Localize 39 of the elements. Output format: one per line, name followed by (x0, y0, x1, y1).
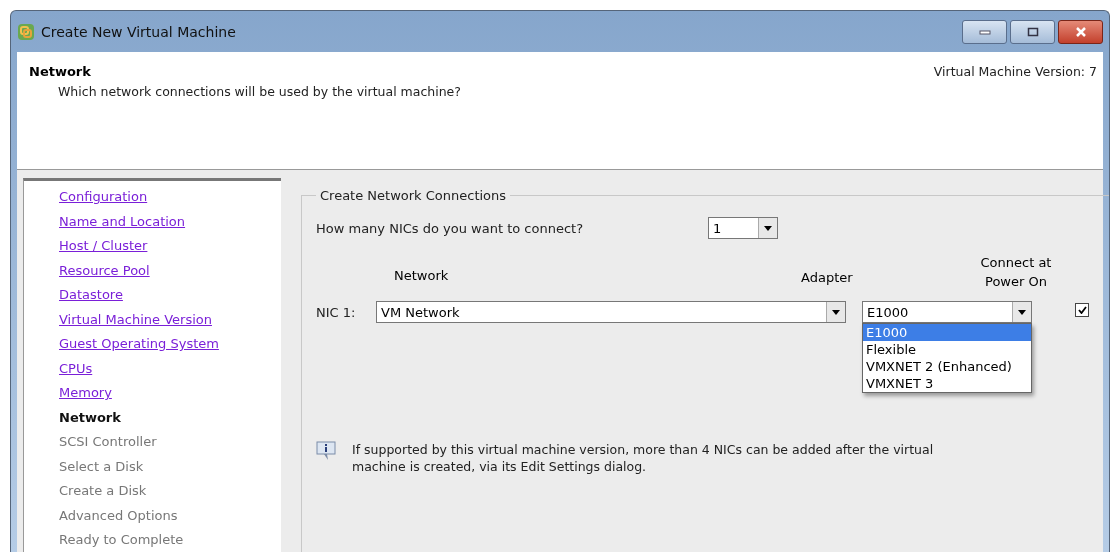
dropdown-option[interactable]: Flexible (863, 341, 1031, 358)
step-link[interactable]: CPUs (59, 358, 281, 378)
caret-icon (832, 309, 840, 315)
maximize-icon (1026, 26, 1039, 37)
minimize-icon (978, 28, 991, 35)
adapter-dropdown[interactable]: E1000 (862, 301, 1032, 323)
close-icon (1074, 26, 1087, 37)
dropdown-option[interactable]: VMXNET 2 (Enhanced) (863, 358, 1031, 375)
step-link[interactable]: Datastore (59, 285, 281, 304)
page-subtitle: Which network connections will be used by the virtual machine? (57, 84, 461, 99)
nic-count-label: How many NICs do you want to connect? (316, 220, 585, 236)
nic-label: NIC 1: (316, 304, 357, 320)
step-link[interactable]: Resource Pool (59, 260, 281, 280)
column-header: Connect at Power On (979, 254, 1053, 291)
step-link[interactable]: Virtual Machine Version (59, 309, 281, 329)
network-dropdown[interactable]: VM Network (376, 301, 846, 323)
group-title: Create Network Connections (319, 188, 508, 203)
info-note: If supported by this virtual machine version, more than 4 NICs can be added after the virtual machine is created, via its Edit Settings dialog. (352, 441, 935, 475)
minimize-button[interactable] (962, 19, 1007, 44)
caret-icon (764, 225, 772, 231)
page-title: Network (29, 64, 92, 79)
close-button[interactable] (1058, 19, 1103, 44)
dropdown-option[interactable]: E1000 (863, 324, 1031, 341)
dropdown-option[interactable]: VMXNET 3 (863, 375, 1031, 392)
column-header: Network (393, 268, 450, 285)
step-link[interactable]: Name and Location (59, 211, 281, 231)
connect-checkbox[interactable] (1075, 303, 1089, 317)
column-header: Adapter (800, 270, 854, 287)
caret-icon (1018, 309, 1026, 315)
app-logo-icon (17, 22, 35, 41)
window-title: Create New Virtual Machine (41, 23, 236, 40)
nic-count-dropdown[interactable]: 1 (708, 217, 778, 239)
info-icon (316, 441, 338, 461)
step-link[interactable]: Guest Operating System (59, 334, 281, 353)
version-label: Virtual Machine Version: 7 (933, 64, 1097, 81)
step-link[interactable]: Memory (59, 383, 281, 402)
maximize-button[interactable] (1010, 19, 1055, 44)
step-link[interactable]: Configuration (59, 187, 281, 206)
step-link[interactable]: Host / Cluster (59, 236, 281, 255)
